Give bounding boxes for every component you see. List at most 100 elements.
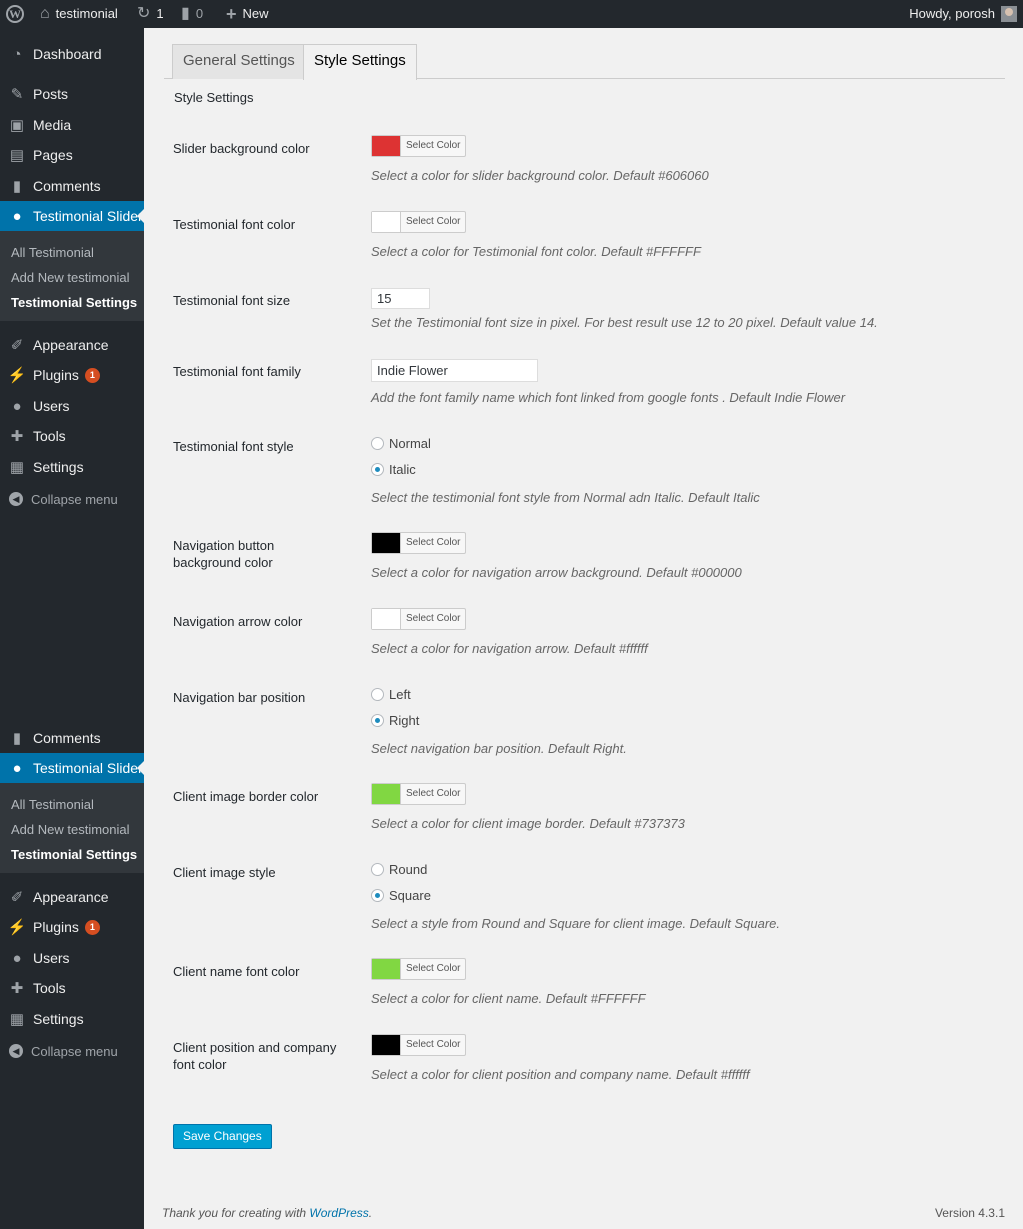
menu-users-label: Users bbox=[33, 950, 70, 966]
select-color-label: Select Color bbox=[406, 963, 461, 974]
testimonial-submenu: All Testimonial Add New testimonial Test… bbox=[0, 231, 144, 321]
menu-users[interactable]: ● Users bbox=[0, 391, 144, 421]
nav-arrow-color-picker[interactable]: Select Color bbox=[371, 608, 466, 630]
nav-position-label: Navigation bar position bbox=[173, 690, 306, 705]
menu-media[interactable]: ▣ Media bbox=[0, 110, 144, 140]
color-swatch bbox=[372, 784, 401, 804]
radio-circle bbox=[371, 863, 384, 876]
site-name-link[interactable]: ⌂ testimonial bbox=[40, 0, 118, 28]
menu-settings[interactable]: ▦ Settings bbox=[0, 1004, 144, 1034]
save-changes-button[interactable]: Save Changes bbox=[173, 1124, 272, 1149]
site-name: testimonial bbox=[55, 6, 118, 21]
submenu-all-testimonial[interactable]: All Testimonial bbox=[11, 245, 94, 260]
nav-bg-color-picker[interactable]: Select Color bbox=[371, 532, 466, 554]
admin-sidebar: ◔ Dashboard ✎ Posts ▣ Media ▤ Pages ▮ Co… bbox=[0, 28, 144, 1229]
submenu-add-new-testimonial[interactable]: Add New testimonial bbox=[11, 822, 130, 837]
nav-bg-color-label-line1: Navigation button bbox=[173, 538, 275, 553]
font-family-label: Testimonial font family bbox=[173, 364, 301, 379]
menu-posts[interactable]: ✎ Posts bbox=[0, 79, 144, 109]
menu-pages[interactable]: ▤ Pages bbox=[0, 140, 144, 170]
my-account-link[interactable]: Howdy, porosh bbox=[909, 0, 1017, 28]
font-color-label: Testimonial font color bbox=[173, 217, 296, 232]
menu-dashboard[interactable]: ◔ Dashboard bbox=[0, 39, 144, 69]
menu-users[interactable]: ● Users bbox=[0, 943, 144, 973]
client-style-radio-round[interactable]: Round bbox=[371, 862, 427, 877]
wordpress-link[interactable]: WordPress bbox=[309, 1206, 368, 1220]
nav-bg-color-desc: Select a color for navigation arrow back… bbox=[371, 565, 742, 580]
submenu-testimonial-settings[interactable]: Testimonial Settings bbox=[11, 847, 137, 862]
color-swatch bbox=[372, 1035, 401, 1055]
font-color-picker[interactable]: Select Color bbox=[371, 211, 466, 233]
collapse-menu-button[interactable]: ◀ Collapse menu bbox=[0, 1036, 144, 1066]
comment-icon: ▮ bbox=[12, 730, 22, 747]
menu-comments[interactable]: ▮ Comments bbox=[0, 723, 144, 753]
menu-tools[interactable]: ✚ Tools bbox=[0, 421, 144, 451]
menu-appearance[interactable]: ✐ Appearance bbox=[0, 330, 144, 360]
updates-link[interactable]: ↻ 1 bbox=[137, 0, 164, 28]
font-family-input[interactable]: Indie Flower bbox=[371, 359, 538, 382]
nav-arrow-color-desc: Select a color for navigation arrow. Def… bbox=[371, 641, 648, 656]
menu-comments-label: Comments bbox=[33, 730, 101, 746]
comments-link[interactable]: ▮ 0 bbox=[181, 0, 203, 28]
client-name-color-picker[interactable]: Select Color bbox=[371, 958, 466, 980]
menu-users-label: Users bbox=[33, 398, 70, 414]
client-border-color-picker[interactable]: Select Color bbox=[371, 783, 466, 805]
client-name-color-desc: Select a color for client name. Default … bbox=[371, 991, 646, 1006]
menu-testimonial-slider-label: Testimonial Slider bbox=[33, 208, 143, 224]
menu-testimonial-slider[interactable]: ● Testimonial Slider bbox=[0, 753, 144, 783]
menu-plugins[interactable]: ⚡ Plugins 1 bbox=[0, 912, 144, 942]
color-swatch bbox=[372, 136, 401, 156]
plus-icon: + bbox=[226, 4, 237, 24]
plugin-icon: ⚡ bbox=[7, 367, 27, 384]
home-icon: ⌂ bbox=[40, 5, 50, 22]
menu-settings[interactable]: ▦ Settings bbox=[0, 452, 144, 482]
select-color-label: Select Color bbox=[406, 788, 461, 799]
color-swatch bbox=[372, 609, 401, 629]
footer-version: Version 4.3.1 bbox=[934, 1206, 1005, 1220]
collapse-menu-button[interactable]: ◀ Collapse menu bbox=[0, 484, 144, 514]
font-size-input[interactable]: 15 bbox=[371, 288, 430, 309]
nav-bg-color-label-line2: background color bbox=[173, 555, 273, 570]
howdy-text: Howdy, porosh bbox=[909, 6, 995, 21]
radio-label: Italic bbox=[389, 462, 416, 477]
settings-icon: ▦ bbox=[9, 459, 25, 476]
font-family-desc: Add the font family name which font link… bbox=[371, 390, 846, 405]
submenu-all-testimonial[interactable]: All Testimonial bbox=[11, 797, 94, 812]
menu-posts-label: Posts bbox=[33, 86, 69, 102]
menu-appearance[interactable]: ✐ Appearance bbox=[0, 882, 144, 912]
select-color-label: Select Color bbox=[406, 140, 461, 151]
menu-tools[interactable]: ✚ Tools bbox=[0, 973, 144, 1003]
speech-bubble-icon: ● bbox=[12, 759, 22, 777]
media-icon: ▣ bbox=[9, 117, 25, 134]
user-icon: ● bbox=[12, 949, 22, 967]
nav-position-radio-right[interactable]: Right bbox=[371, 713, 419, 728]
menu-media-label: Media bbox=[33, 117, 72, 133]
select-color-label: Select Color bbox=[406, 613, 461, 624]
font-style-radio-normal[interactable]: Normal bbox=[371, 436, 431, 451]
client-style-radio-square[interactable]: Square bbox=[371, 888, 431, 903]
submenu-add-new-testimonial[interactable]: Add New testimonial bbox=[11, 270, 130, 285]
menu-settings-label: Settings bbox=[33, 459, 84, 475]
menu-tools-label: Tools bbox=[33, 980, 66, 996]
slider-bg-color-picker[interactable]: Select Color bbox=[371, 135, 466, 157]
footer-thanks-suffix: . bbox=[368, 1206, 373, 1220]
updates-count: 1 bbox=[156, 6, 164, 21]
menu-comments[interactable]: ▮ Comments bbox=[0, 171, 144, 201]
main-content: General Settings Style Settings Style Se… bbox=[144, 28, 1023, 1229]
admin-bar: W ⌂ testimonial ↻ 1 ▮ 0 + New Howdy, por… bbox=[0, 0, 1023, 28]
nav-position-radio-left[interactable]: Left bbox=[371, 687, 411, 702]
section-title: Style Settings bbox=[174, 90, 254, 105]
submenu-testimonial-settings[interactable]: Testimonial Settings bbox=[11, 295, 137, 310]
menu-testimonial-slider[interactable]: ● Testimonial Slider bbox=[0, 201, 144, 231]
font-style-radio-italic[interactable]: Italic bbox=[371, 462, 416, 477]
tab-general-settings[interactable]: General Settings bbox=[172, 44, 306, 79]
tab-style-settings[interactable]: Style Settings bbox=[303, 44, 417, 80]
menu-plugins-label: Plugins bbox=[33, 367, 79, 383]
menu-plugins[interactable]: ⚡ Plugins 1 bbox=[0, 360, 144, 390]
nav-position-desc: Select navigation bar position. Default … bbox=[371, 741, 627, 756]
comment-icon: ▮ bbox=[12, 178, 22, 195]
new-content-link[interactable]: + New bbox=[226, 0, 269, 28]
paintbrush-icon: ✐ bbox=[10, 889, 24, 906]
client-position-color-picker[interactable]: Select Color bbox=[371, 1034, 466, 1056]
wordpress-logo-button[interactable]: W bbox=[6, 0, 24, 28]
